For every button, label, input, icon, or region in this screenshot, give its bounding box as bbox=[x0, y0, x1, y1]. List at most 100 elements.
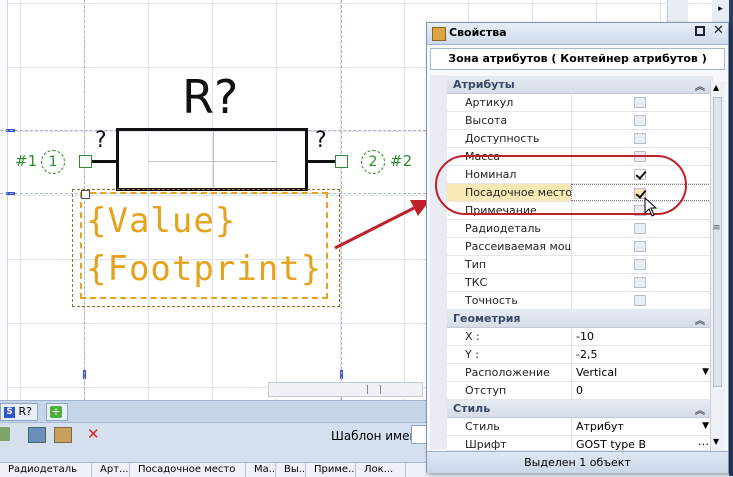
property-value bbox=[571, 238, 713, 255]
tab-r[interactable]: S R? bbox=[0, 403, 38, 421]
property-value bbox=[571, 256, 713, 273]
column-header[interactable]: Арт... bbox=[92, 463, 130, 477]
checkbox[interactable] bbox=[634, 97, 646, 108]
property-gutter bbox=[430, 75, 447, 449]
properties-panel: Свойства ✕ Зона атрибутов ( Контейнер ат… bbox=[426, 22, 729, 473]
property-row[interactable]: X : -10 bbox=[447, 328, 713, 346]
body-centerline bbox=[213, 131, 214, 188]
scroll-down-icon[interactable]: ▼ bbox=[713, 437, 719, 446]
name-template-label: Шаблон имен bbox=[331, 429, 418, 443]
pin-2-label: #2 bbox=[390, 152, 413, 170]
checkbox[interactable] bbox=[634, 241, 646, 252]
property-row[interactable]: Точность bbox=[447, 292, 713, 310]
section-geometry[interactable]: Геометрия ︽ bbox=[447, 310, 713, 328]
pin-2-line bbox=[308, 160, 336, 163]
property-name: Стиль bbox=[465, 420, 500, 433]
property-row[interactable]: ТКС bbox=[447, 274, 713, 292]
property-name: Доступность bbox=[465, 132, 540, 145]
selection-handle[interactable] bbox=[81, 190, 90, 199]
section-attributes[interactable]: Атрибуты ︽ bbox=[447, 76, 713, 94]
scrollbar-thumb[interactable] bbox=[713, 97, 722, 387]
column-header[interactable]: Ма... bbox=[246, 463, 276, 477]
orientation-value: Vertical bbox=[576, 366, 618, 379]
property-name: Радиодеталь bbox=[465, 222, 541, 235]
close-icon[interactable]: ✕ bbox=[713, 23, 724, 38]
orientation-select[interactable]: Vertical ▼ bbox=[571, 364, 713, 381]
property-row[interactable]: Y : -2,5 bbox=[447, 346, 713, 364]
scroll-right-icon[interactable]: ▸ bbox=[712, 0, 729, 22]
table-icon[interactable] bbox=[0, 427, 10, 441]
column-header[interactable]: Лок... bbox=[356, 463, 406, 477]
property-name: ТКС bbox=[465, 276, 488, 289]
property-value bbox=[571, 292, 713, 309]
font-select[interactable]: GOST type B… bbox=[571, 436, 713, 450]
maximize-icon[interactable] bbox=[695, 26, 705, 36]
refdes-label[interactable]: R? bbox=[182, 74, 238, 120]
property-name: Высота bbox=[465, 114, 508, 127]
panel-titlebar[interactable]: Свойства ✕ bbox=[427, 23, 728, 45]
pin-1-label: #1 bbox=[15, 152, 38, 170]
left-ruler bbox=[0, 0, 8, 400]
resistor-body[interactable] bbox=[116, 128, 308, 191]
checkbox[interactable] bbox=[634, 115, 646, 126]
pin-2-endpoint[interactable] bbox=[335, 155, 348, 168]
style-select[interactable]: Атрибут ▼ bbox=[571, 418, 713, 435]
section-style[interactable]: Стиль ︽ bbox=[447, 400, 713, 418]
add-icon: + bbox=[50, 405, 62, 418]
name-template-input[interactable] bbox=[411, 425, 427, 444]
checkbox[interactable] bbox=[634, 259, 646, 270]
column-header[interactable]: Вы... bbox=[276, 463, 306, 477]
property-row[interactable]: Доступность bbox=[447, 130, 713, 148]
properties-icon bbox=[432, 27, 446, 41]
property-value bbox=[571, 220, 713, 237]
column-header[interactable]: Радиодеталь bbox=[0, 463, 92, 477]
property-name: Отступ bbox=[465, 384, 507, 397]
add-tab-button[interactable]: + bbox=[46, 403, 68, 421]
top-right-scroll-area bbox=[667, 0, 688, 22]
footprint-attribute: {Footprint} bbox=[86, 249, 323, 289]
section-title: Геометрия bbox=[453, 312, 521, 325]
property-row[interactable]: Высота bbox=[447, 112, 713, 130]
checkbox[interactable] bbox=[634, 277, 646, 288]
pin-2-number: 2 bbox=[361, 150, 385, 174]
pin-1-endpoint[interactable] bbox=[79, 155, 92, 168]
property-row[interactable]: Расположение Vertical ▼ bbox=[447, 364, 713, 382]
section-title: Атрибуты bbox=[453, 78, 515, 91]
delete-icon[interactable]: ✕ bbox=[87, 425, 100, 443]
property-row[interactable]: Радиодеталь bbox=[447, 220, 713, 238]
edit-table-icon[interactable] bbox=[28, 427, 46, 443]
checkbox[interactable] bbox=[634, 295, 646, 306]
scrollbar-grip-icon: ≡ bbox=[713, 223, 721, 233]
property-row[interactable]: Артикул bbox=[447, 94, 713, 112]
property-row[interactable]: Отступ 0 bbox=[447, 382, 713, 400]
scroll-up-icon[interactable]: ▲ bbox=[713, 83, 719, 92]
x-field[interactable]: -10 bbox=[571, 328, 713, 345]
attribute-zone[interactable]: {Value} {Footprint} bbox=[80, 192, 328, 299]
ellipsis-icon[interactable]: … bbox=[698, 436, 709, 450]
property-row[interactable]: Шрифт GOST type B… bbox=[447, 436, 713, 451]
panel-status-bar: Выделен 1 объект bbox=[427, 451, 728, 473]
property-row[interactable]: Стиль Атрибут ▼ bbox=[447, 418, 713, 436]
pin-1-question: ? bbox=[95, 128, 107, 153]
property-row[interactable]: Рассеиваемая мощно bbox=[447, 238, 713, 256]
column-header[interactable]: Посадочное место bbox=[130, 463, 246, 477]
property-name: Y : bbox=[465, 348, 479, 361]
panel-vertical-scrollbar[interactable]: ▲ ≡ ▼ bbox=[710, 81, 725, 451]
mouse-cursor-icon bbox=[644, 197, 658, 217]
dropdown-arrow-icon[interactable]: ▼ bbox=[702, 364, 709, 381]
checkbox[interactable] bbox=[634, 133, 646, 144]
value-attribute: {Value} bbox=[86, 201, 237, 241]
right-window-edge bbox=[729, 0, 733, 476]
property-value bbox=[571, 112, 713, 129]
property-name: Артикул bbox=[465, 96, 514, 109]
y-field[interactable]: -2,5 bbox=[571, 346, 713, 363]
offset-field[interactable]: 0 bbox=[571, 382, 713, 399]
property-name: Рассеиваемая мощно bbox=[465, 240, 571, 253]
checkbox[interactable] bbox=[634, 223, 646, 234]
canvas-horizontal-scrollbar[interactable] bbox=[268, 382, 423, 397]
property-value bbox=[571, 274, 713, 291]
dropdown-arrow-icon[interactable]: ▼ bbox=[702, 418, 709, 435]
copy-icon[interactable] bbox=[54, 427, 72, 443]
column-header[interactable]: Приме... bbox=[306, 463, 356, 477]
property-row[interactable]: Тип bbox=[447, 256, 713, 274]
